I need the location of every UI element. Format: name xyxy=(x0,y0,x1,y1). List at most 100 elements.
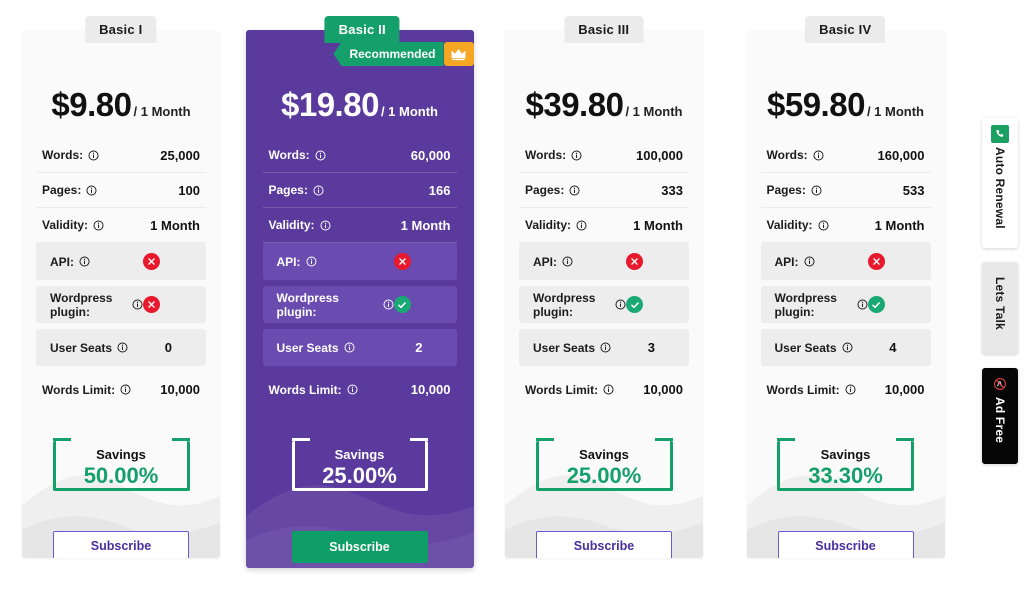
side-tab-lets-talk[interactable]: Lets Talk xyxy=(982,262,1018,354)
feature-value: 4 xyxy=(889,340,924,355)
info-icon[interactable] xyxy=(603,384,614,395)
plan-tab-3[interactable]: Basic III xyxy=(564,16,644,43)
feature-row: Pages: 533 xyxy=(760,173,931,208)
subscribe-button[interactable]: Subscribe xyxy=(536,531,672,558)
info-icon[interactable] xyxy=(120,384,131,395)
feature-value: 333 xyxy=(661,183,683,198)
feature-value-text: 2 xyxy=(415,340,423,355)
feature-value xyxy=(393,296,451,313)
info-icon[interactable] xyxy=(569,184,580,196)
info-icon[interactable] xyxy=(576,219,587,231)
feature-value xyxy=(143,296,200,313)
feature-value: 10,000 xyxy=(885,382,925,397)
info-icon[interactable] xyxy=(803,256,815,267)
feature-label-wrap: Pages: xyxy=(767,183,822,197)
feature-value-text: 166 xyxy=(428,182,451,198)
feature-label: Validity: xyxy=(42,218,89,232)
feature-label: Words Limit: xyxy=(42,382,116,397)
feature-value-text: 160,000 xyxy=(877,147,925,163)
feature-label-wrap: Validity: xyxy=(767,218,829,232)
savings-box: Savings 25.00% xyxy=(535,429,673,491)
info-icon[interactable] xyxy=(811,184,822,196)
feature-value-text: 0 xyxy=(164,340,172,355)
info-icon[interactable] xyxy=(93,219,104,231)
subscribe-button[interactable]: Subscribe xyxy=(53,531,189,558)
subscribe-button[interactable]: Subscribe xyxy=(291,531,428,563)
plan-card-3: Basic III $39.80/ 1 Month Words: 100,000 Pag… xyxy=(483,0,725,589)
info-icon[interactable] xyxy=(813,149,824,161)
plan-tab-1[interactable]: Basic I xyxy=(85,16,157,43)
feature-value-text: 10,000 xyxy=(410,382,451,397)
feature-row: Validity: 1 Month xyxy=(36,208,206,243)
feature-value-text: 60,000 xyxy=(410,147,451,163)
feature-label: Words: xyxy=(766,148,808,162)
feature-value-text: 533 xyxy=(902,182,925,198)
feature-row: API: xyxy=(519,243,689,280)
info-icon[interactable] xyxy=(313,184,324,196)
info-icon[interactable] xyxy=(319,219,331,231)
info-icon[interactable] xyxy=(305,256,317,267)
plan-card-1: Basic I $9.80/ 1 Month Words: 25,000 Pages: 1… xyxy=(0,0,242,589)
feature-row: User Seats 3 xyxy=(519,329,689,366)
subscribe-button[interactable]: Subscribe xyxy=(777,531,914,558)
cross-icon xyxy=(626,253,643,270)
side-tab-label: Lets Talk xyxy=(993,276,1007,330)
info-icon[interactable] xyxy=(315,149,326,161)
feature-label: Validity: xyxy=(268,218,315,232)
info-icon[interactable] xyxy=(842,342,853,353)
info-icon[interactable] xyxy=(79,256,90,267)
feature-row: API: xyxy=(262,243,457,280)
feature-row: Words Limit: 10,000 xyxy=(519,372,689,407)
info-icon[interactable] xyxy=(344,342,355,353)
side-tab-auto-renewal[interactable]: Auto Renewal xyxy=(982,118,1018,248)
info-icon[interactable] xyxy=(132,299,143,310)
price-period: / 1 Month xyxy=(625,104,683,119)
side-tab-ad-free[interactable]: Ad Free xyxy=(982,368,1018,464)
feature-row: Pages: 333 xyxy=(519,173,689,208)
savings-box: Savings 50.00% xyxy=(52,429,190,491)
feature-value-text: 10,000 xyxy=(643,382,683,397)
crown-icon xyxy=(443,42,474,66)
feature-label-wrap: Words: xyxy=(269,148,326,162)
info-icon[interactable] xyxy=(347,384,358,395)
side-tabs-panel: Auto Renewal Lets Talk Ad Free xyxy=(982,118,1018,464)
price-period: / 1 Month xyxy=(133,104,191,119)
feature-value xyxy=(393,253,451,270)
feature-label-wrap: Words: xyxy=(42,148,99,162)
info-icon[interactable] xyxy=(600,342,611,353)
savings-value: 33.30% xyxy=(808,462,883,488)
info-icon[interactable] xyxy=(845,384,856,395)
info-icon[interactable] xyxy=(571,149,582,161)
feature-label-wrap: User Seats xyxy=(525,341,611,355)
feature-row: Wordpress plugin: xyxy=(519,286,689,323)
info-icon[interactable] xyxy=(86,184,97,196)
feature-label: Words: xyxy=(42,148,84,162)
info-icon[interactable] xyxy=(117,342,128,353)
plan-tab-2[interactable]: Basic II xyxy=(324,16,400,43)
price-period: / 1 Month xyxy=(866,104,924,119)
feature-value: 1 Month xyxy=(401,218,451,233)
info-icon[interactable] xyxy=(88,149,99,161)
feature-label: API: xyxy=(50,254,74,269)
info-icon[interactable] xyxy=(562,256,573,267)
info-icon[interactable] xyxy=(856,299,868,310)
feature-label: Words Limit: xyxy=(268,382,342,397)
feature-value-text: 1 Month xyxy=(874,217,925,233)
info-icon[interactable] xyxy=(382,299,394,310)
info-icon[interactable] xyxy=(817,219,829,231)
feature-value xyxy=(626,253,683,270)
feature-value-text: 4 xyxy=(889,340,897,355)
info-icon[interactable] xyxy=(615,299,626,310)
feature-value-text: 1 Month xyxy=(400,217,451,233)
feature-row: API: xyxy=(36,243,206,280)
recommended-label: Recommended xyxy=(333,42,444,66)
feature-row: Pages: 166 xyxy=(262,173,457,208)
price-amount: $19.80 xyxy=(281,86,379,123)
ribbon-area: Recommended xyxy=(263,42,474,72)
feature-rows: Words: 25,000 Pages: 100 Validity: 1 Month API… xyxy=(36,138,206,407)
feature-label: Wordpress plugin: xyxy=(276,290,339,319)
feature-label-wrap: API: xyxy=(767,255,815,269)
plan-tab-4[interactable]: Basic IV xyxy=(805,16,886,43)
feature-value: 10,000 xyxy=(411,382,451,397)
feature-label-wrap: Words Limit: xyxy=(767,383,856,397)
